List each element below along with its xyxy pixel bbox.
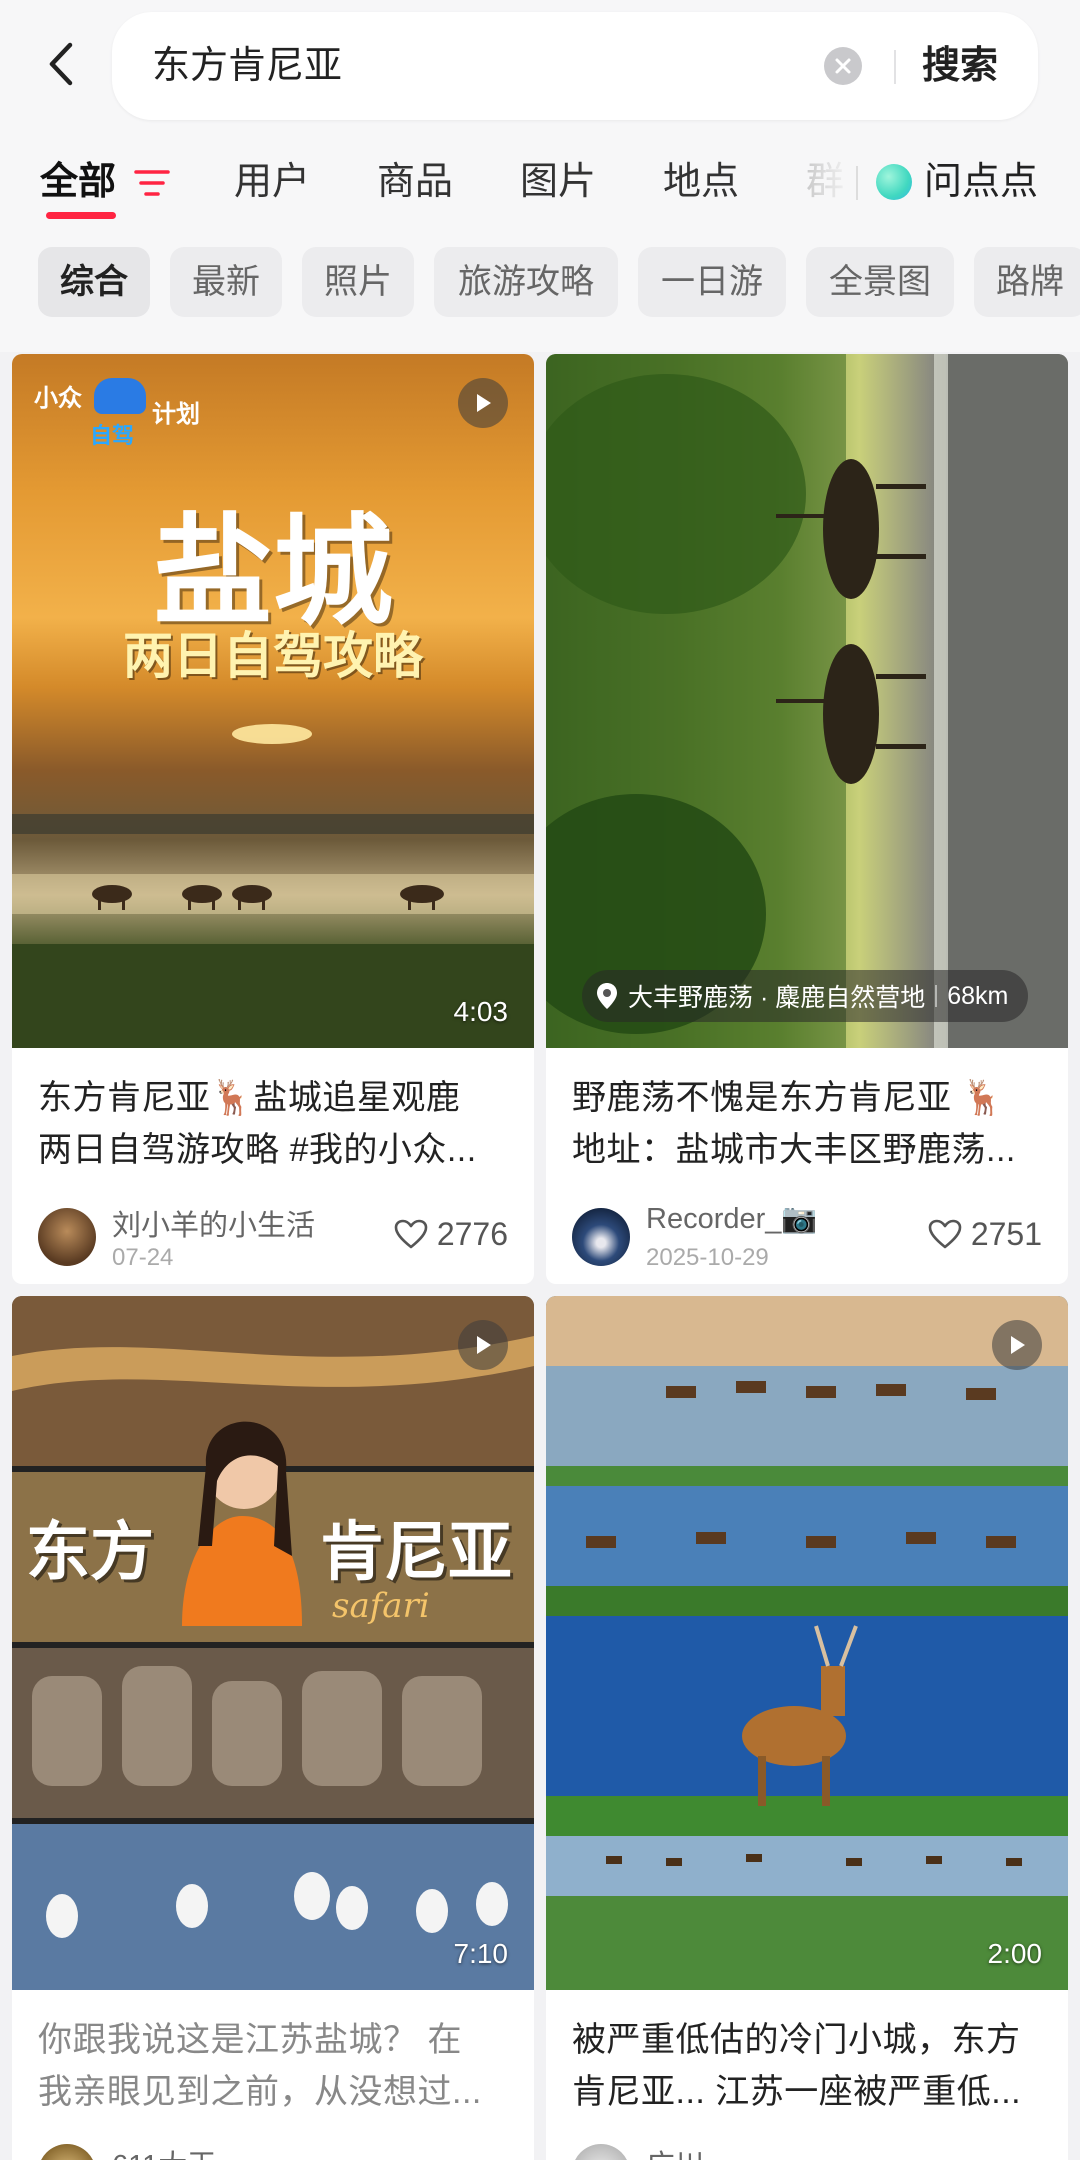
cover-title-left: 东方 [26, 1516, 154, 1588]
cover-title-right: 肯尼亚 [320, 1516, 512, 1588]
filter-chips: 综合 最新 照片 旅游攻略 一日游 全景图 路牌 [0, 240, 1080, 352]
post-date: 2025-10-29 [646, 1244, 769, 1271]
video-badge [458, 378, 508, 428]
clear-search-button[interactable] [824, 47, 862, 85]
tab-images[interactable]: 图片 [520, 150, 596, 214]
video-duration: 4:03 [453, 996, 509, 1027]
category-tabs: 全部 用户 商品 图片 地点 群 问点点 [0, 150, 1080, 240]
like-button[interactable]: 2751 [927, 1212, 1042, 1256]
card-title: 你跟我说这是江苏盐城？ 在 我亲眼见到之前，从没想过... [38, 2014, 514, 2118]
card-title-line: 野鹿荡不愧是东方肯尼亚 🦌 [572, 1079, 1005, 1117]
location-distance: 68km [947, 981, 1009, 1010]
chip-photos[interactable]: 照片 [302, 247, 414, 317]
ask-assistant-icon[interactable] [876, 164, 912, 200]
like-count: 2776 [436, 1215, 508, 1252]
author-name[interactable]: 广川 [646, 2142, 704, 2160]
tab-users[interactable]: 用户 [234, 150, 310, 214]
post-date: 07-24 [112, 1244, 174, 1271]
chevron-left-icon [49, 42, 73, 86]
video-duration: 7:10 [453, 1938, 509, 1969]
avatar[interactable] [38, 2144, 96, 2160]
tab-products[interactable]: 商品 [377, 150, 453, 214]
location-name: 大丰野鹿荡 · 麋鹿自然营地 [628, 984, 926, 1012]
card-title: 东方肯尼亚🦌盐城追星观鹿 两日自驾游攻略 #我的小众... [38, 1072, 514, 1176]
deer-road-scene [546, 354, 1068, 1048]
card-title-line: 两日自驾游攻略 #我的小众... [38, 1131, 477, 1169]
chip-day-trip[interactable]: 一日游 [638, 247, 786, 317]
card-cover-image: 大丰野鹿荡 · 麋鹿自然营地 68km [546, 354, 1068, 1048]
card-title-line: 你跟我说这是江苏盐城？ 在 [38, 2021, 462, 2059]
tab-separator [856, 166, 858, 200]
brand-text: 小众 [34, 385, 82, 412]
like-button[interactable]: 2776 [393, 1212, 508, 1256]
author-name[interactable]: 刘小羊的小生活 [112, 1202, 315, 1244]
wetland-scene [546, 1296, 1068, 1990]
card-title: 被严重低估的冷门小城，东方 肯尼亚... 江苏一座被严重低... [572, 2014, 1048, 2118]
play-icon [477, 394, 491, 412]
card-title: 野鹿荡不愧是东方肯尼亚 🦌 地址：盐城市大丰区野鹿荡... [572, 1072, 1048, 1176]
brand-logo: 小众 自驾 计划 [34, 374, 234, 448]
cover-subtitle: 两日自驾攻略 [123, 628, 423, 684]
video-duration: 2:00 [987, 1938, 1043, 1969]
feed-card[interactable]: 2:00 被严重低估的冷门小城，东方 肯尼亚... 江苏一座被严重低... 广川 [546, 1296, 1068, 2160]
chip-comprehensive[interactable]: 综合 [38, 247, 150, 317]
close-icon [835, 58, 851, 74]
feed-card[interactable]: 东方 肯尼亚 safari 7:10 你跟我说这是江苏盐城？ 在 我亲眼见到之前… [12, 1296, 534, 2160]
heart-icon [394, 1219, 428, 1249]
location-separator [935, 985, 938, 1007]
avatar[interactable] [572, 2144, 630, 2160]
tab-fade [790, 150, 870, 214]
location-tag[interactable]: 大丰野鹿荡 · 麋鹿自然营地 68km [582, 970, 1029, 1022]
card-cover-image: 小众 自驾 计划 盐城 两日自驾攻略 4:03 [12, 354, 534, 1048]
author-name[interactable]: Recorder_📷 [646, 1202, 818, 1236]
brand-text: 自驾 [90, 423, 135, 448]
author-name[interactable]: 611大王 [112, 2142, 216, 2160]
brand-text: 计划 [152, 401, 200, 428]
search-box[interactable]: 东方肯尼亚 搜索 [112, 12, 1038, 120]
card-title-line: 地址：盐城市大丰区野鹿荡... [572, 1131, 1016, 1169]
search-divider [894, 50, 896, 84]
video-badge [992, 1320, 1042, 1370]
chip-travel-guide[interactable]: 旅游攻略 [434, 247, 618, 317]
ask-assistant-label[interactable]: 问点点 [924, 150, 1038, 214]
card-title-line: 被严重低估的冷门小城，东方 [572, 2021, 1021, 2059]
card-cover-image: 2:00 [546, 1296, 1068, 1990]
feed-card[interactable]: 大丰野鹿荡 · 麋鹿自然营地 68km 野鹿荡不愧是东方肯尼亚 🦌 地址：盐城市… [546, 354, 1068, 1284]
like-count: 2751 [970, 1215, 1042, 1252]
collage-scene [12, 1296, 534, 1990]
chip-road-sign[interactable]: 路牌 [974, 247, 1080, 317]
cover-script-text: safari [332, 1586, 430, 1626]
car-icon [94, 378, 146, 414]
chip-panorama[interactable]: 全景图 [806, 247, 954, 317]
sunset-scene [12, 724, 534, 1048]
card-title-line: 我亲眼见到之前，从没想过... [38, 2073, 482, 2111]
card-title-line: 东方肯尼亚🦌盐城追星观鹿 [38, 1079, 461, 1117]
filter-icon[interactable] [134, 168, 170, 198]
play-icon [1011, 1336, 1025, 1354]
active-tab-indicator [46, 212, 116, 219]
search-button[interactable]: 搜索 [922, 12, 998, 120]
tab-places[interactable]: 地点 [663, 150, 739, 214]
video-badge [458, 1320, 508, 1370]
play-icon [477, 1336, 491, 1354]
avatar[interactable] [38, 1208, 96, 1266]
header: 东方肯尼亚 搜索 [0, 0, 1080, 150]
feed-card[interactable]: 小众 自驾 计划 盐城 两日自驾攻略 4:03 东方肯尼亚🦌盐城追星观鹿 两日自… [12, 354, 534, 1284]
tab-all[interactable]: 全部 [40, 150, 116, 214]
card-cover-image: 东方 肯尼亚 safari 7:10 [12, 1296, 534, 1990]
back-button[interactable] [36, 34, 86, 94]
heart-icon [928, 1219, 962, 1249]
card-title-line: 肯尼亚... 江苏一座被严重低... [572, 2073, 1022, 2111]
search-input[interactable]: 东方肯尼亚 [152, 12, 342, 120]
avatar[interactable] [572, 1208, 630, 1266]
map-pin-icon [597, 983, 617, 1009]
chip-latest[interactable]: 最新 [170, 247, 282, 317]
